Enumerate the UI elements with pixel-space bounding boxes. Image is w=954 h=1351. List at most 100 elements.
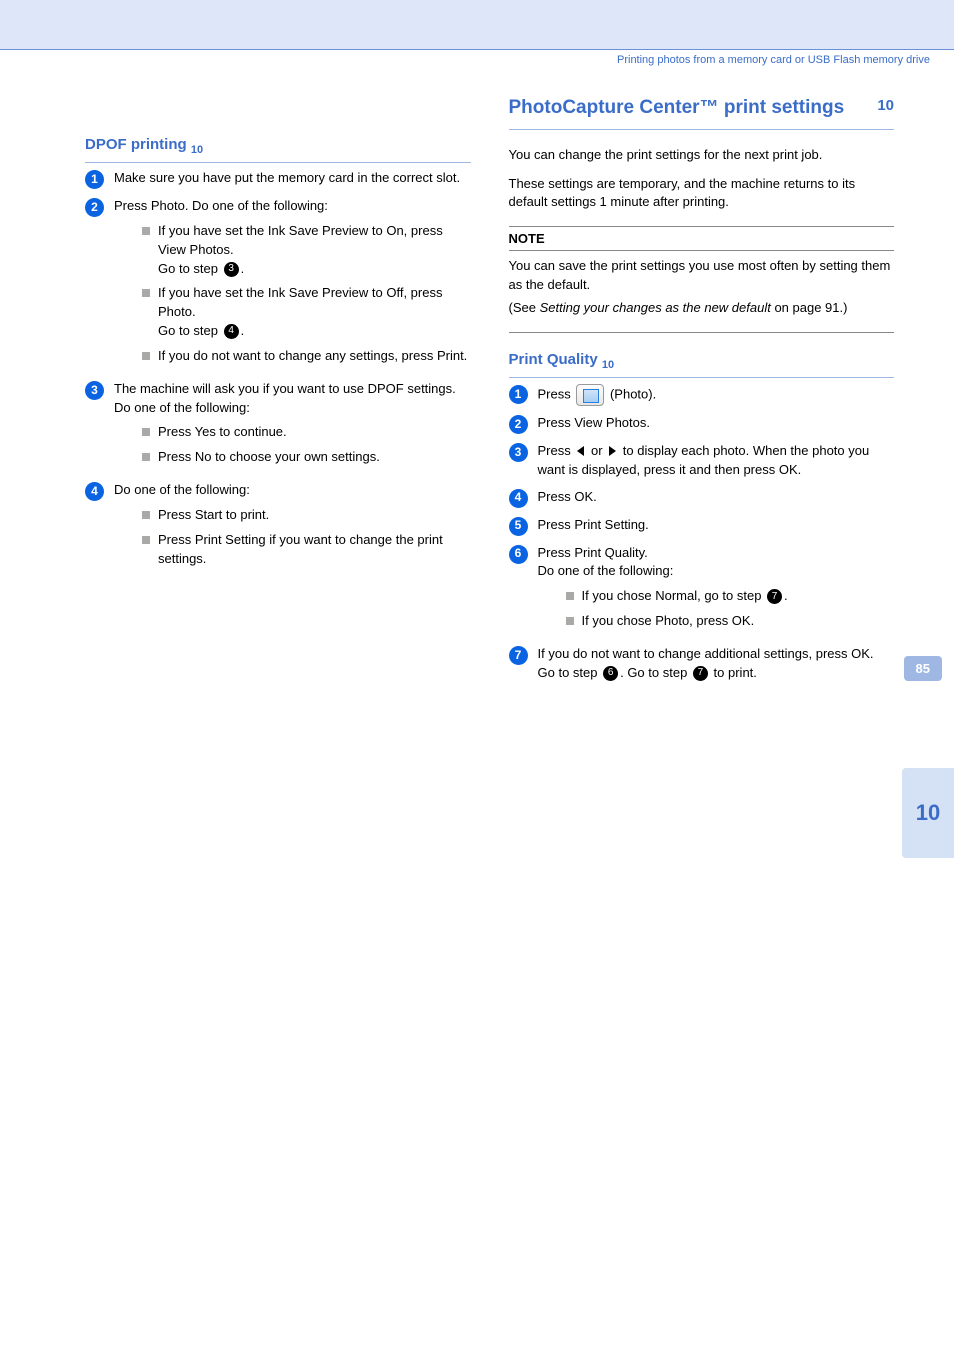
pq-step-7: 7 If you do not want to change additiona… <box>509 645 895 683</box>
note-body-b[interactable]: (See (See Setting your changes as the ne… <box>509 299 895 318</box>
step2-b2a: If you have set the Ink Save Preview to … <box>158 285 442 319</box>
heading-pq-sub: 10 <box>602 359 614 371</box>
pq-step-4: 4 Press OK. <box>509 488 895 508</box>
step2-b3: If you do not want to change any setting… <box>158 347 467 366</box>
heading-sub-right: 10 <box>877 97 894 114</box>
square-bullet-icon <box>142 352 150 360</box>
heading-dpof: DPOF printing 10 <box>85 136 471 163</box>
pq-s6a: Press Print Quality. <box>538 545 648 560</box>
step3-b1: Press Yes to continue. <box>158 423 287 442</box>
step-4: 4 Do one of the following: Press Start t… <box>85 481 471 574</box>
pq-step-3: 3 Press or to display each photo. When t… <box>509 442 895 480</box>
right-arrow-icon <box>609 446 616 456</box>
pq-step-number-4: 4 <box>509 489 528 508</box>
pq-s3: Press or to display each photo. When the… <box>538 442 895 480</box>
step2-bullet1: If you have set the Ink Save Preview to … <box>142 222 471 279</box>
pq6-b2: If you chose Photo, press OK. <box>582 612 755 631</box>
left-column: DPOF printing 10 1 Make sure you have pu… <box>85 136 471 691</box>
square-bullet-icon <box>142 536 150 544</box>
step-3: 3 The machine will ask you if you want t… <box>85 380 471 473</box>
step4-b1: Press Start to print. <box>158 506 269 525</box>
step-1-text: Make sure you have put the memory card i… <box>114 169 471 188</box>
breadcrumb: Printing photos from a memory card or US… <box>0 50 954 66</box>
step4-bullet1: Press Start to print. <box>142 506 471 525</box>
inline-ref-7b[interactable]: 7 <box>693 666 708 681</box>
pq-s5: Press Print Setting. <box>538 516 895 535</box>
step3-bullet1: Press Yes to continue. <box>142 423 471 442</box>
pq-step-1: 1 Press (Photo). <box>509 384 895 406</box>
square-bullet-icon <box>142 289 150 297</box>
step2-bullet3: If you do not want to change any setting… <box>142 347 471 366</box>
intro-para-2: These settings are temporary, and the ma… <box>509 175 895 213</box>
step-2: 2 Press Photo. Do one of the following: … <box>85 197 471 372</box>
step-2-lead: Press Photo. Do one of the following: <box>114 198 328 213</box>
pq-step-6: 6 Press Print Quality. Do one of the fol… <box>509 544 895 637</box>
note-title-right: NOTE <box>509 226 895 251</box>
note-body-a: You can save the print settings you use … <box>509 257 895 295</box>
pq-s6do: Do one of the following: <box>538 563 674 578</box>
pq-s4: Press OK. <box>538 488 895 507</box>
pq-step-number-5: 5 <box>509 517 528 536</box>
step2-b1b: Go to step <box>158 261 222 276</box>
step-number-1: 1 <box>85 170 104 189</box>
chapter-tab: 10 <box>902 768 954 858</box>
pq-s7b: to print. <box>714 665 757 680</box>
pq6-b1a: If you chose Normal, go to step <box>582 588 766 603</box>
right-column: PhotoCapture Center™ print settings 10 Y… <box>509 96 895 691</box>
square-bullet-icon <box>566 592 574 600</box>
pq-step-number-7: 7 <box>509 646 528 665</box>
square-bullet-icon <box>142 428 150 436</box>
heading-pq-text: Print Quality <box>509 351 598 368</box>
step-number-4: 4 <box>85 482 104 501</box>
square-bullet-icon <box>142 227 150 235</box>
step-3-text: The machine will ask you if you want to … <box>114 380 471 473</box>
heading-photocapture: PhotoCapture Center™ print settings <box>509 96 845 120</box>
step3-do: Do one of the following: <box>114 400 250 415</box>
square-bullet-icon <box>142 453 150 461</box>
inline-ref-6[interactable]: 6 <box>603 666 618 681</box>
inline-ref-7a[interactable]: 7 <box>767 589 782 604</box>
square-bullet-icon <box>142 511 150 519</box>
left-arrow-icon <box>577 446 584 456</box>
step4-bullet2: Press Print Setting if you want to chang… <box>142 531 471 569</box>
pq-step-number-3: 3 <box>509 443 528 462</box>
inline-ref-3[interactable]: 3 <box>224 262 239 277</box>
step4-lead: Do one of the following: <box>114 482 250 497</box>
top-band <box>0 0 954 50</box>
heading-print-quality: Print Quality 10 <box>509 351 895 378</box>
pq-step-number-6: 6 <box>509 545 528 564</box>
pq-s3c: to display each photo. When the photo yo… <box>538 443 870 477</box>
page-body: DPOF printing 10 1 Make sure you have pu… <box>0 66 954 741</box>
pq6-bullet1: If you chose Normal, go to step 7. <box>566 587 895 606</box>
pq-step1-text: Press (Photo). <box>538 384 895 406</box>
intro-para-1: You can change the print settings for th… <box>509 146 895 165</box>
pq-s3b: or <box>591 443 606 458</box>
pq-s3a: Press <box>538 443 575 458</box>
pq-s1a: Press <box>538 386 575 401</box>
step-number-3: 3 <box>85 381 104 400</box>
step2-b2b: Go to step <box>158 323 222 338</box>
pq-step-number-2: 2 <box>509 415 528 434</box>
inline-ref-4[interactable]: 4 <box>224 324 239 339</box>
heading-dpof-text: DPOF printing <box>85 136 187 153</box>
pq-s7: If you do not want to change additional … <box>538 645 895 683</box>
pq-step-number-1: 1 <box>509 385 528 404</box>
step2-bullet2: If you have set the Ink Save Preview to … <box>142 284 471 341</box>
pq-s1b: (Photo). <box>610 386 656 401</box>
step3-bullet2: Press No to choose your own settings. <box>142 448 471 467</box>
pq-s2: Press View Photos. <box>538 414 895 433</box>
pq-step-5: 5 Press Print Setting. <box>509 516 895 536</box>
page-number: 85 <box>904 656 942 681</box>
heading-dpof-sub: 10 <box>191 144 203 156</box>
pq-step-2: 2 Press View Photos. <box>509 414 895 434</box>
step-1: 1 Make sure you have put the memory card… <box>85 169 471 189</box>
step4-b2: Press Print Setting if you want to chang… <box>158 531 471 569</box>
photo-button-icon[interactable] <box>576 384 604 406</box>
step3-b2: Press No to choose your own settings. <box>158 448 380 467</box>
heading-photocapture-row: PhotoCapture Center™ print settings 10 <box>509 96 895 120</box>
step-number-2: 2 <box>85 198 104 217</box>
step3-lead: The machine will ask you if you want to … <box>114 381 456 396</box>
step-4-text: Do one of the following: Press Start to … <box>114 481 471 574</box>
pq6-bullet2: If you chose Photo, press OK. <box>566 612 895 631</box>
step2-b1a: If you have set the Ink Save Preview to … <box>158 223 443 257</box>
